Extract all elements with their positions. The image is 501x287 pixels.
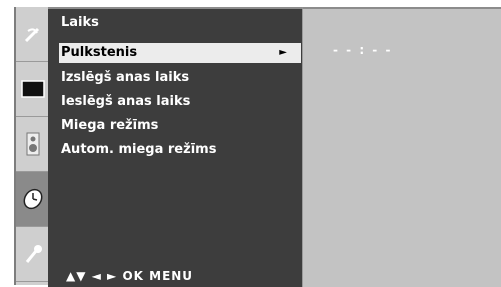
time-menu-panel: Laiks Pulkstenis ► Izslēgš anas laiks Ie… <box>48 7 302 287</box>
menu-item-label: Miega režīms <box>61 118 159 133</box>
menu-item-on-time[interactable]: Ieslēgš anas laiks <box>59 92 301 112</box>
navigation-hint: ▲▼ ◄ ► OK MENU <box>66 269 194 283</box>
key-icon <box>25 245 42 263</box>
screen-icon <box>21 80 45 98</box>
rail-item-audio[interactable] <box>16 117 50 172</box>
menu-item-label: Izslēgš anas laiks <box>61 70 190 85</box>
menu-title: Laiks <box>61 15 99 30</box>
clock-value: - - : - - <box>333 43 393 57</box>
menu-item-label: Ieslēgš anas laiks <box>61 94 191 109</box>
rail-item-picture[interactable] <box>16 62 50 117</box>
category-rail <box>14 7 50 285</box>
rail-item-time[interactable] <box>16 172 50 227</box>
menu-item-auto-sleep[interactable]: Autom. miega režīms <box>59 140 301 160</box>
speaker-icon <box>26 132 40 156</box>
rail-item-setup[interactable] <box>16 7 50 62</box>
tv-osd-menu: Laiks Pulkstenis ► Izslēgš anas laiks Ie… <box>0 0 501 287</box>
satellite-dish-icon <box>24 27 40 43</box>
submenu-arrow-icon: ► <box>279 47 287 58</box>
value-panel: - - : - - <box>302 7 501 287</box>
menu-item-off-time[interactable]: Izslēgš anas laiks <box>59 68 301 88</box>
menu-item-clock[interactable]: Pulkstenis ► <box>59 43 301 63</box>
clock-icon <box>23 188 43 210</box>
menu-item-sleep-timer[interactable]: Miega režīms <box>59 116 301 136</box>
menu-item-label: Pulkstenis <box>61 45 138 60</box>
rail-item-lock[interactable] <box>16 227 50 282</box>
menu-item-label: Autom. miega režīms <box>61 142 217 157</box>
